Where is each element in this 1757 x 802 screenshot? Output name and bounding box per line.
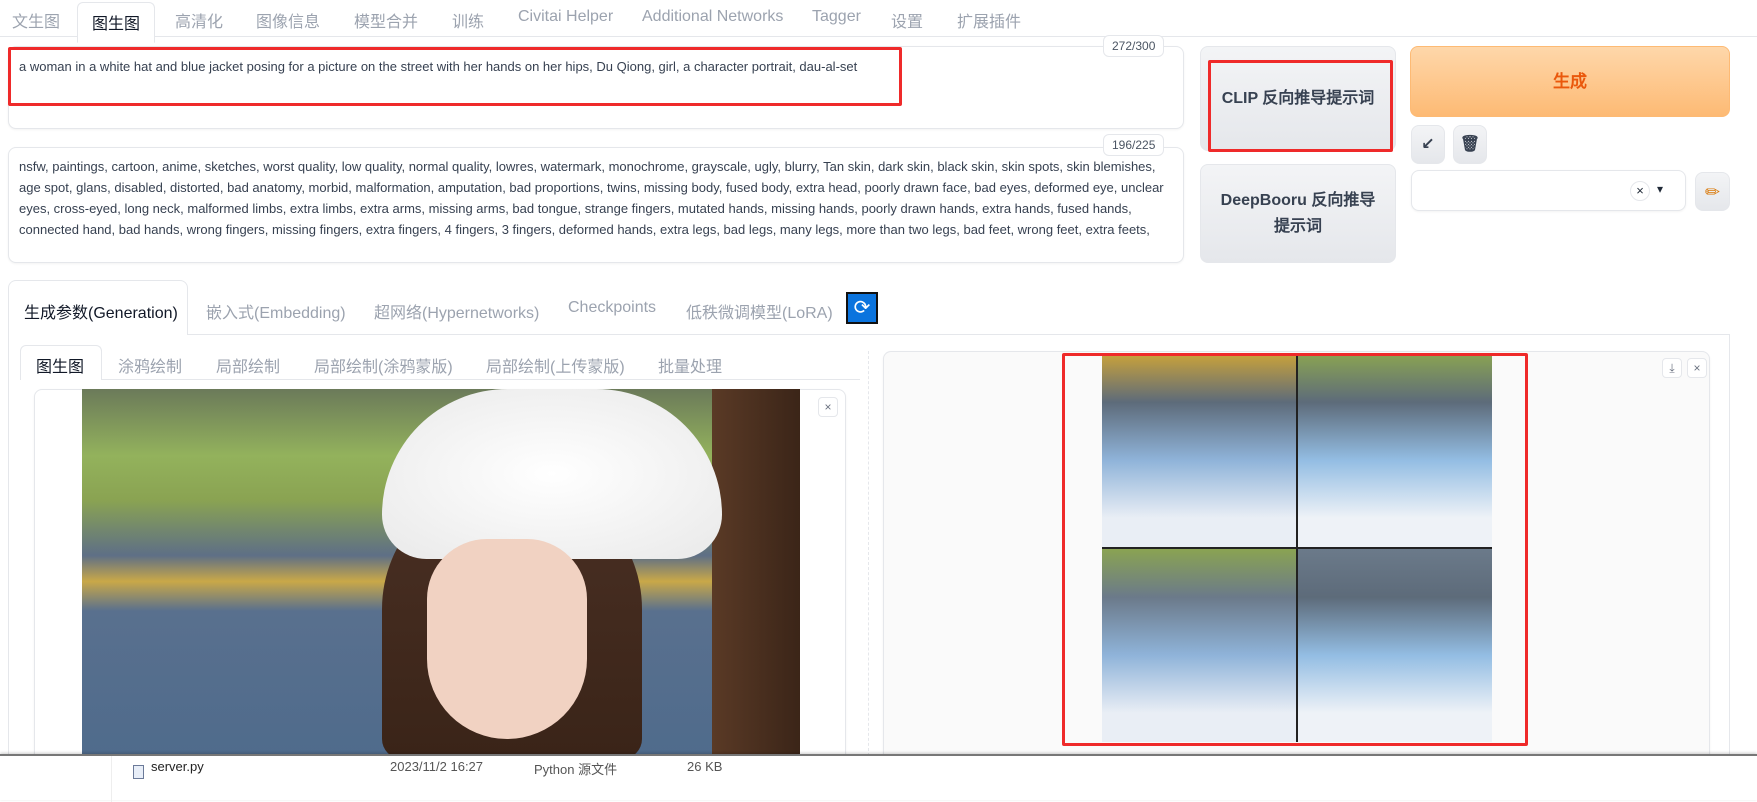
tab-train[interactable]: 训练 [452,8,484,32]
generate-label: 生成 [1553,71,1587,91]
output-highlight [1062,353,1528,746]
file-name[interactable]: server.py [151,759,204,774]
deepbooru-label: DeepBooru 反向推导提示词 [1220,191,1376,235]
tab-lora[interactable]: 低秩微调模型(LoRA) [686,299,833,323]
top-tab-bar: 文生图 图生图 高清化 图像信息 模型合并 训练 Civitai Helper … [0,0,1757,43]
prompt-highlight [8,47,902,106]
generate-button[interactable]: 生成 [1410,46,1730,117]
tab-generation[interactable]: 生成参数(Generation) [24,299,178,323]
tab-hypernetworks[interactable]: 超网络(Hypernetworks) [374,299,539,323]
chevron-down-icon: ▾ [1657,182,1664,196]
tab-embedding[interactable]: 嵌入式(Embedding) [206,299,346,323]
subtab-inpaint[interactable]: 局部绘制 [216,353,280,377]
arrow-icon: ↙ [1421,135,1435,153]
prompt-token-counter: 272/300 [1103,35,1165,57]
subtab-inpaint-upload[interactable]: 局部绘制(上传蒙版) [486,353,625,377]
tab-img2img[interactable]: 图生图 [77,2,156,43]
column-divider [868,351,869,761]
clear-icon[interactable]: × [1630,181,1650,201]
close-icon[interactable]: × [1687,358,1707,378]
python-file-icon [133,765,144,779]
download-icon[interactable]: ⤓ [1662,358,1682,378]
close-icon[interactable]: × [818,397,838,417]
file-date: 2023/11/2 16:27 [390,759,484,774]
subtab-batch[interactable]: 批量处理 [658,353,722,377]
styles-dropdown[interactable]: × ▾ [1411,170,1686,211]
subtabs-divider [102,379,860,380]
paste-params-button[interactable]: ↙ [1411,125,1445,164]
subtab-sketch[interactable]: 涂鸦绘制 [118,353,182,377]
tab-settings[interactable]: 设置 [891,8,923,32]
tab-extensions[interactable]: 扩展插件 [957,8,1021,32]
subtab-img2img[interactable]: 图生图 [36,353,84,377]
input-image [82,389,800,759]
tab-image-info[interactable]: 图像信息 [256,8,320,32]
tab-civitai-helper[interactable]: Civitai Helper [518,8,613,26]
trash-icon: 🗑 [1459,135,1481,153]
tab-tagger[interactable]: Tagger [812,8,861,26]
clear-prompt-button[interactable]: 🗑 [1453,125,1487,164]
deepbooru-interrogate-button[interactable]: DeepBooru 反向推导提示词 [1200,164,1396,263]
tab-model-merge[interactable]: 模型合并 [354,8,418,32]
file-type: Python 源文件 [534,762,618,777]
negative-token-counter: 196/225 [1103,134,1165,156]
tab-upscale[interactable]: 高清化 [175,8,223,32]
tab-additional-networks[interactable]: Additional Networks [642,8,783,26]
clip-highlight [1208,60,1393,152]
file-explorer-overlay [0,754,1757,802]
apply-style-button[interactable]: ✏ [1695,172,1730,211]
tab-txt2img[interactable]: 文生图 [12,8,60,32]
refresh-icon[interactable]: ⟳ [846,292,878,324]
pencil-icon: ✏ [1704,181,1721,202]
file-size: 26 KB [687,759,723,774]
negative-prompt-input[interactable]: nsfw, paintings, cartoon, anime, sketche… [8,147,1184,263]
tab-checkpoints[interactable]: Checkpoints [568,299,656,317]
negative-prompt-text: nsfw, paintings, cartoon, anime, sketche… [19,159,1164,237]
subtab-inpaint-sketch[interactable]: 局部绘制(涂鸦蒙版) [314,353,453,377]
